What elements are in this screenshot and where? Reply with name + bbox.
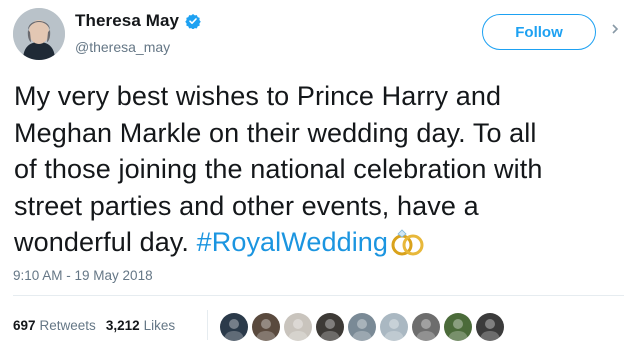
liker-avatar-5[interactable] bbox=[348, 313, 376, 341]
liker-avatar-6[interactable] bbox=[380, 313, 408, 341]
divider bbox=[13, 295, 624, 296]
liker-avatar-4[interactable] bbox=[316, 313, 344, 341]
profile-photo bbox=[13, 8, 65, 60]
retweets-stat[interactable]: 697 Retweets bbox=[13, 318, 96, 333]
liker-avatar-9[interactable] bbox=[476, 313, 504, 341]
handle[interactable]: @theresa_may bbox=[75, 39, 201, 55]
timestamp-link[interactable]: 9:10 AM - 19 May 2018 bbox=[13, 268, 153, 283]
liker-avatar-2[interactable] bbox=[252, 313, 280, 341]
likes-stat[interactable]: 3,212 Likes bbox=[106, 318, 175, 333]
hashtag-link[interactable]: #RoyalWedding bbox=[197, 227, 388, 257]
liker-avatar-8[interactable] bbox=[444, 313, 472, 341]
tweet-line-text: wonderful day. bbox=[14, 227, 197, 258]
name-row: Theresa May bbox=[75, 10, 201, 32]
follow-button[interactable]: Follow bbox=[482, 14, 596, 50]
liker-avatar-7[interactable] bbox=[412, 313, 440, 341]
tweet-stats: 697 Retweets 3,212 Likes bbox=[13, 318, 185, 333]
wedding-rings-icon bbox=[390, 227, 426, 267]
likes-label: Likes bbox=[143, 318, 176, 333]
tweet-text: My very best wishes to Prince Harry and … bbox=[14, 78, 614, 267]
chevron-down-icon[interactable] bbox=[611, 21, 621, 35]
liker-avatar-3[interactable] bbox=[284, 313, 312, 341]
tweet-line: Meghan Markle on their wedding day. To a… bbox=[14, 117, 537, 148]
tweet-line: street parties and other events, have a bbox=[14, 190, 479, 221]
avatar[interactable] bbox=[13, 8, 65, 60]
tweet-line: of those joining the national celebratio… bbox=[14, 154, 543, 185]
author-block: Theresa May @theresa_may bbox=[75, 10, 201, 55]
tweet-line: My very best wishes to Prince Harry and bbox=[14, 81, 502, 111]
likers-avatars bbox=[220, 313, 508, 341]
stats-separator bbox=[207, 310, 208, 340]
liker-avatar-1[interactable] bbox=[220, 313, 248, 341]
tweet-line-last: wonderful day. #RoyalWedding bbox=[14, 224, 614, 267]
retweets-label: Retweets bbox=[39, 318, 96, 333]
likes-count: 3,212 bbox=[105, 318, 140, 333]
retweets-count: 697 bbox=[13, 318, 36, 333]
verified-badge-icon bbox=[185, 13, 201, 30]
display-name[interactable]: Theresa May bbox=[75, 11, 179, 31]
